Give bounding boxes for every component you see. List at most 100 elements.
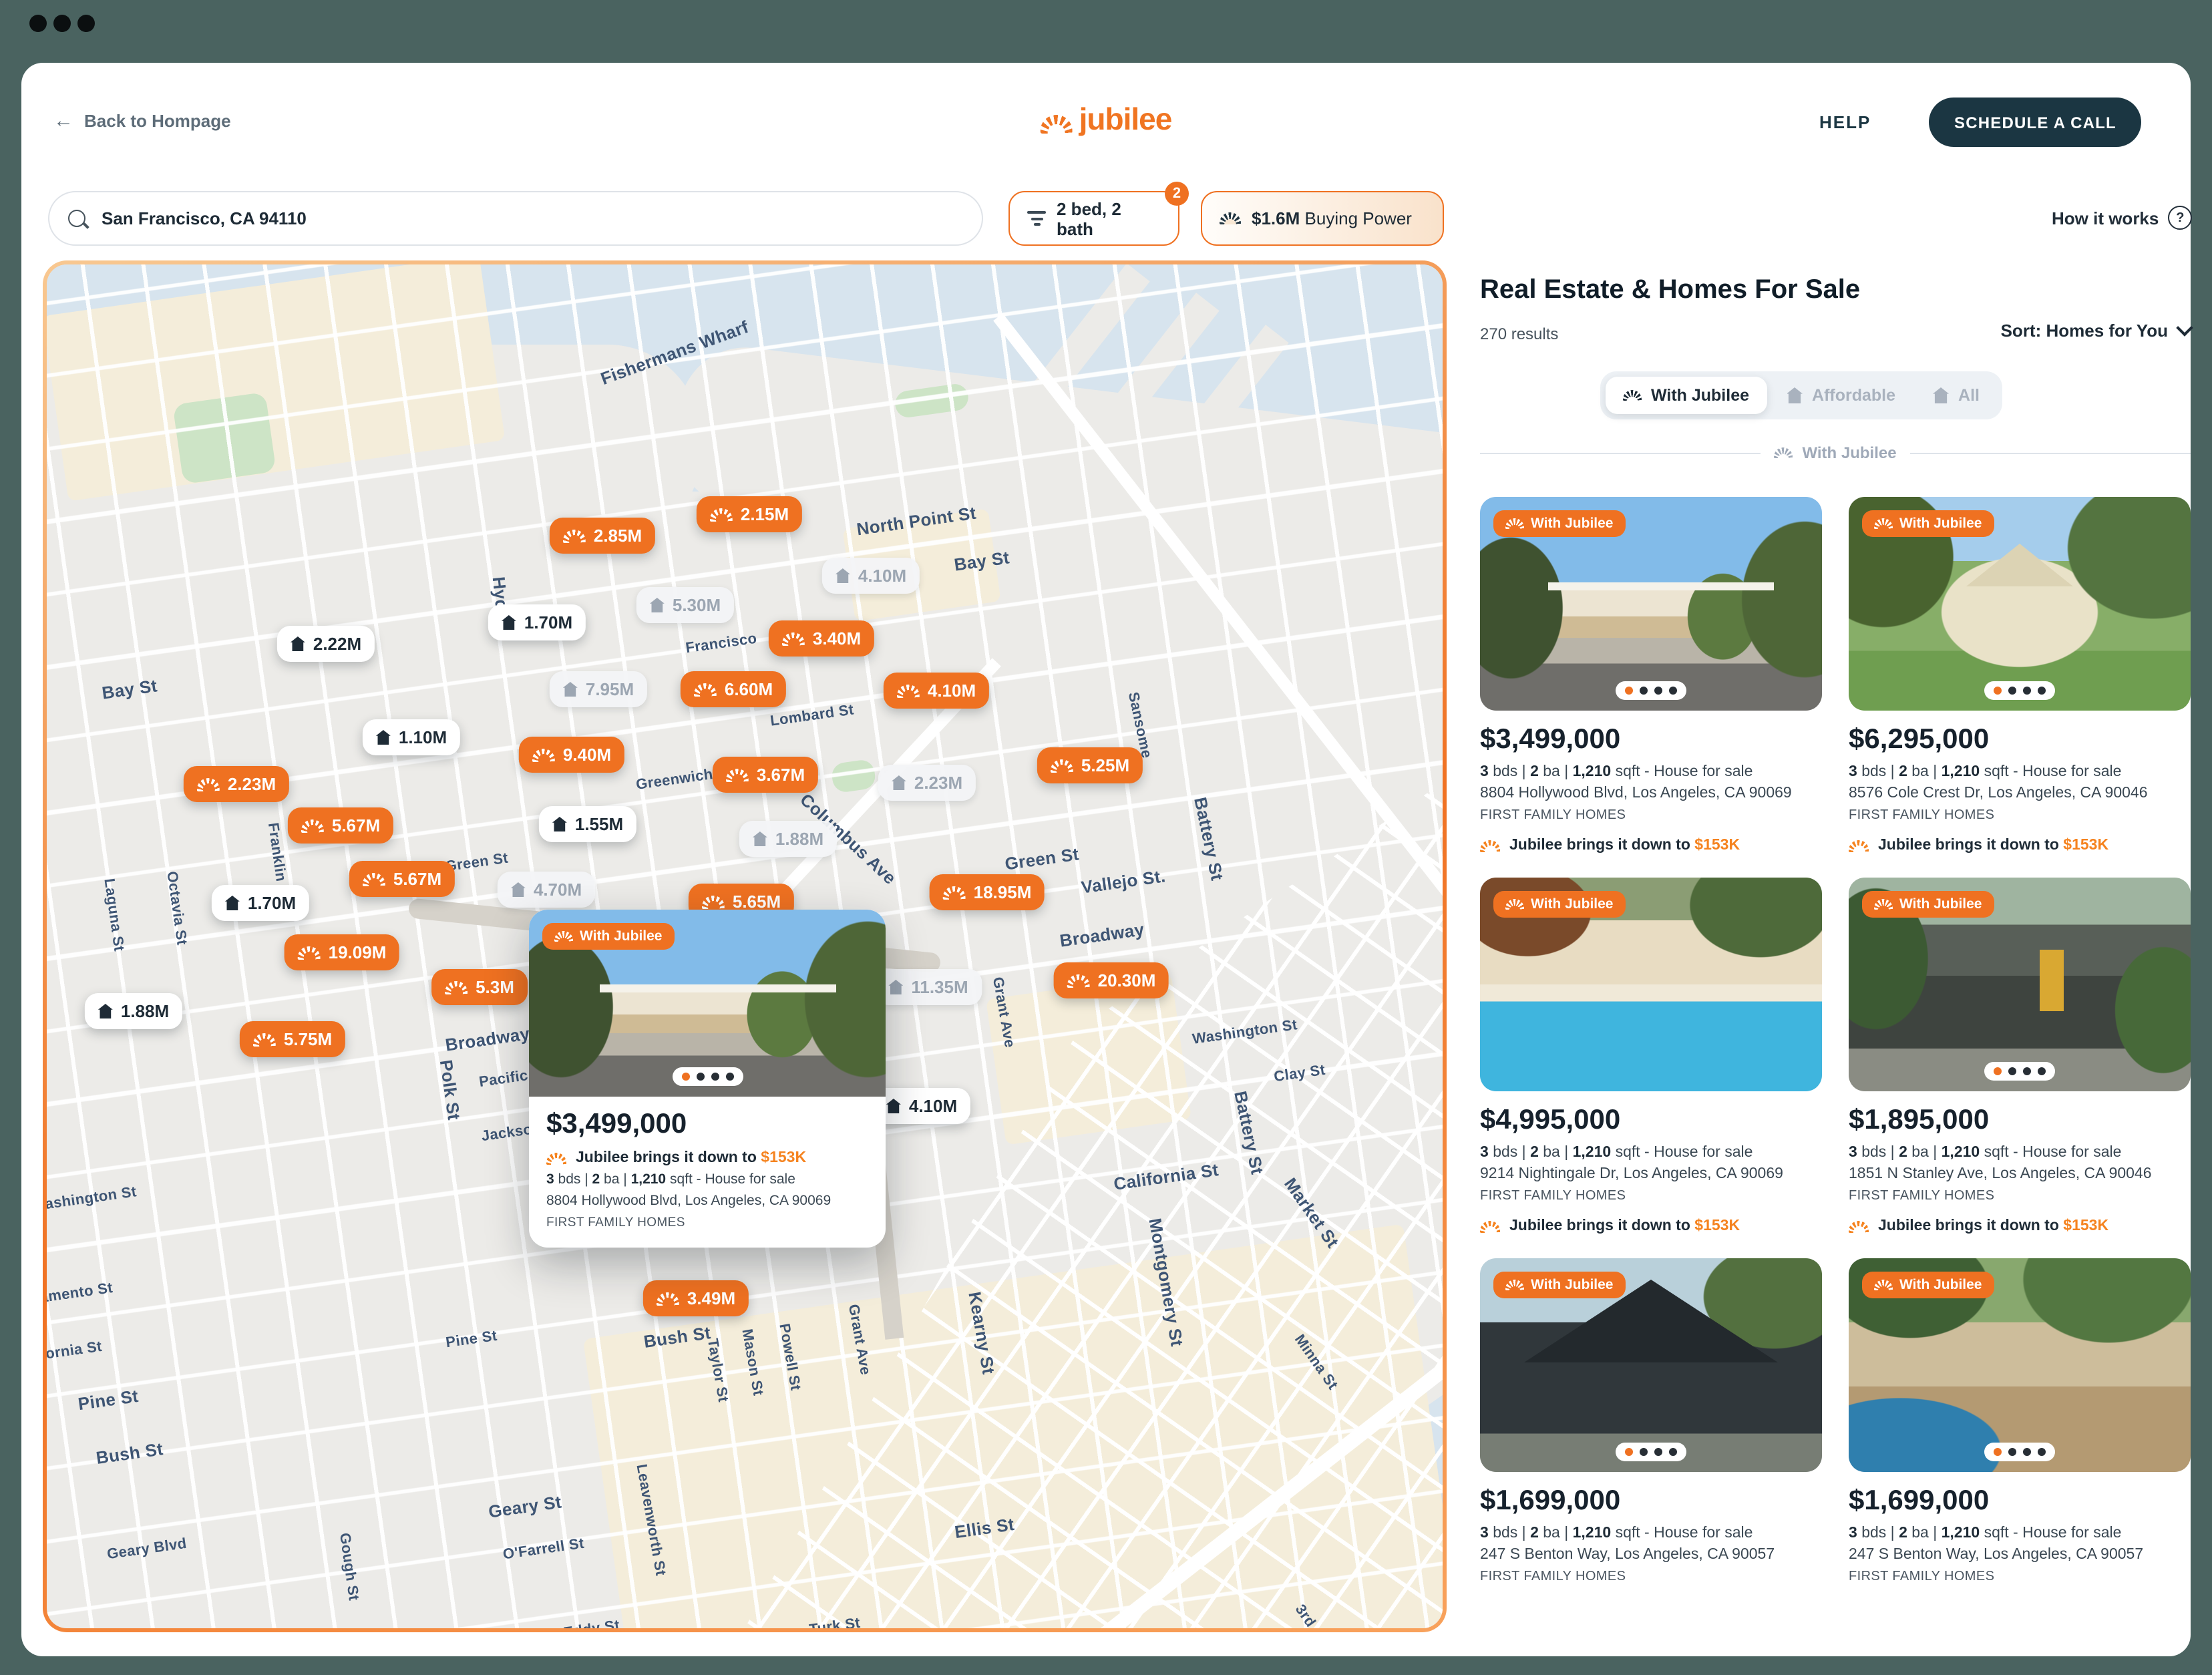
with-jubilee-badge: With Jubilee <box>1862 510 1994 537</box>
jubilee-icon <box>897 684 920 697</box>
map-price-marker[interactable]: 1.70M <box>212 885 309 921</box>
jubilee-icon <box>1774 447 1793 458</box>
arrow-left-icon: ← <box>53 110 73 132</box>
map-price-marker[interactable]: 1.70M <box>488 604 586 640</box>
map-price-marker[interactable]: 5.67M <box>288 807 393 844</box>
listing-address: 9214 Nightingale Dr, Los Angeles, CA 900… <box>1480 1166 1822 1182</box>
listing-photo: With Jubilee <box>1480 1258 1822 1472</box>
popup-photo: With Jubilee <box>529 910 886 1097</box>
listing-card[interactable]: With Jubilee $3,499,000 3 bds | 2 ba | 1… <box>1480 497 1822 854</box>
house-icon <box>650 598 665 612</box>
jubilee-icon <box>298 946 321 959</box>
sort-dropdown[interactable]: Sort: Homes for You <box>2001 321 2191 341</box>
house-icon <box>836 568 850 583</box>
listing-price: $4,995,000 <box>1480 1105 1822 1137</box>
photo-carousel-dots[interactable] <box>672 1067 743 1086</box>
map-price-marker[interactable]: 9.40M <box>519 737 624 773</box>
map-frame: Fishermans WharfNorth Point StBay StBay … <box>43 260 1447 1632</box>
jubilee-discount-line: Jubilee brings it down to $153K <box>1849 1218 2191 1234</box>
house-icon <box>888 980 903 994</box>
map-price-marker[interactable]: 5.3M <box>431 969 528 1005</box>
map-price-marker[interactable]: 3.67M <box>713 757 818 793</box>
filter-icon <box>1027 211 1046 226</box>
listing-price: $6,295,000 <box>1849 724 2191 756</box>
jubilee-icon <box>1067 974 1090 987</box>
tab-affordable[interactable]: Affordable <box>1769 377 1913 414</box>
listing-broker: FIRST FAMILY HOMES <box>1480 1189 1822 1203</box>
listing-broker: FIRST FAMILY HOMES <box>1480 1569 1822 1584</box>
listing-photo: With Jubilee <box>1849 878 2191 1091</box>
listing-card[interactable]: With Jubilee $1,895,000 3 bds | 2 ba | 1… <box>1849 878 2191 1234</box>
photo-carousel-dots[interactable] <box>1616 1443 1686 1461</box>
map-price-marker[interactable]: 4.10M <box>884 673 989 709</box>
jubilee-icon <box>546 1152 566 1164</box>
map-price-marker[interactable]: 1.55M <box>539 806 636 842</box>
photo-carousel-dots[interactable] <box>1984 681 2055 700</box>
map-canvas[interactable]: Fishermans WharfNorth Point StBay StBay … <box>47 264 1443 1628</box>
map-price-marker[interactable]: 1.88M <box>739 821 837 857</box>
map-listing-popup[interactable]: With Jubilee $3,499,000 Jubilee brings i… <box>529 910 886 1248</box>
location-search[interactable] <box>48 191 983 246</box>
search-input[interactable] <box>99 207 963 230</box>
map-price-marker[interactable]: 5.75M <box>240 1021 345 1057</box>
map-price-marker[interactable]: 4.70M <box>498 872 595 908</box>
jubilee-icon <box>782 632 805 645</box>
jubilee-icon <box>1505 518 1524 529</box>
back-to-homepage-link[interactable]: ← Back to Hompage <box>53 110 231 132</box>
map-price-marker[interactable]: 2.22M <box>277 626 375 662</box>
beds-baths-filter-chip[interactable]: 2 bed, 2 bath 2 <box>1008 191 1179 246</box>
jubilee-discount-line: Jubilee brings it down to $153K <box>1480 1218 1822 1234</box>
map-price-marker[interactable]: 2.15M <box>697 496 802 532</box>
map-price-marker[interactable]: 5.67M <box>349 861 455 897</box>
popup-specs: 3 bds | 2 ba | 1,210 sqft - House for sa… <box>546 1171 868 1187</box>
map-price-marker[interactable]: 5.30M <box>636 587 734 623</box>
question-circle-icon: ? <box>2168 206 2192 230</box>
house-icon <box>886 1099 901 1113</box>
jubilee-icon <box>1874 518 1893 529</box>
map-price-marker[interactable]: 3.49M <box>643 1280 749 1316</box>
map-price-marker[interactable]: 3.40M <box>769 620 874 657</box>
listing-card[interactable]: With Jubilee $1,699,000 3 bds | 2 ba | 1… <box>1480 1258 1822 1584</box>
photo-carousel-dots[interactable] <box>1616 681 1686 700</box>
how-it-works-link[interactable]: How it works ? <box>2052 206 2192 230</box>
listing-address: 8576 Cole Crest Dr, Los Angeles, CA 9004… <box>1849 785 2191 801</box>
map-price-marker[interactable]: 1.10M <box>363 719 460 755</box>
map-price-marker[interactable]: 11.35M <box>875 969 981 1005</box>
photo-carousel-dots[interactable] <box>1984 1062 2055 1081</box>
house-icon <box>376 730 391 745</box>
photo-carousel-dots[interactable] <box>1984 1443 2055 1461</box>
listing-price: $1,699,000 <box>1849 1485 2191 1517</box>
map-price-marker[interactable]: 4.10M <box>822 558 920 594</box>
jubilee-icon <box>1505 899 1524 910</box>
map-price-marker[interactable]: 5.25M <box>1037 747 1143 783</box>
listing-card[interactable]: With Jubilee $6,295,000 3 bds | 2 ba | 1… <box>1849 497 2191 854</box>
jubilee-icon <box>1623 390 1642 401</box>
map-price-marker[interactable]: 18.95M <box>930 874 1045 910</box>
map-price-marker[interactable]: 2.23M <box>878 765 976 801</box>
map-price-marker[interactable]: 7.95M <box>550 671 647 707</box>
map-price-marker[interactable]: 4.10M <box>873 1088 970 1124</box>
help-link[interactable]: HELP <box>1819 112 1871 132</box>
listing-address: 247 S Benton Way, Los Angeles, CA 90057 <box>1849 1547 2191 1563</box>
schedule-call-button[interactable]: SCHEDULE A CALL <box>1929 98 2142 147</box>
house-icon <box>291 636 305 651</box>
map-price-marker[interactable]: 6.60M <box>681 671 786 707</box>
window-dot <box>77 15 95 32</box>
jubilee-discount-line: Jubilee brings it down to $153K <box>1480 838 1822 854</box>
window-dot <box>29 15 47 32</box>
buying-power-chip[interactable]: $1.6M Buying Power <box>1201 191 1444 246</box>
listing-specs: 3 bds | 2 ba | 1,210 sqft - House for sa… <box>1849 764 2191 780</box>
map-price-marker[interactable]: 1.88M <box>85 993 182 1029</box>
jubilee-logo[interactable]: jubilee <box>1041 102 1172 138</box>
tab-all[interactable]: All <box>1915 377 1997 414</box>
map-price-marker[interactable]: 2.23M <box>184 766 289 802</box>
listing-card[interactable]: With Jubilee $1,699,000 3 bds | 2 ba | 1… <box>1849 1258 2191 1584</box>
map-price-marker[interactable]: 2.85M <box>550 518 655 554</box>
house-icon <box>98 1004 113 1018</box>
house-icon <box>892 775 906 790</box>
listing-card[interactable]: With Jubilee $4,995,000 3 bds | 2 ba | 1… <box>1480 878 1822 1234</box>
map-price-marker[interactable]: 20.30M <box>1054 962 1169 998</box>
map-price-marker[interactable]: 19.09M <box>285 934 400 970</box>
tab-with-jubilee[interactable]: With Jubilee <box>1606 377 1767 414</box>
jubilee-sunburst-icon <box>1041 115 1073 134</box>
